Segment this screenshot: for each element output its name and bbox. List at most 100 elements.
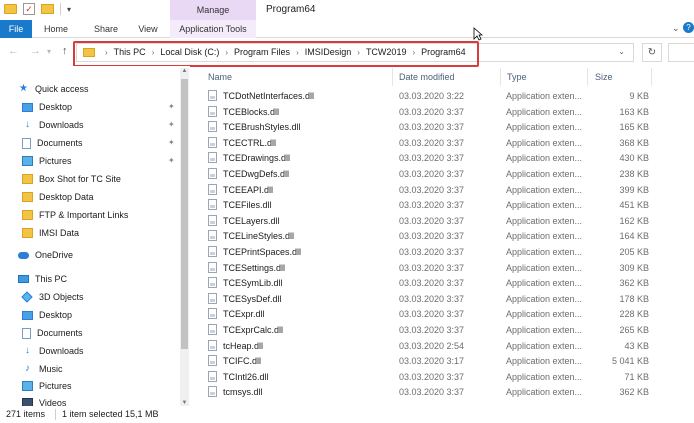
breadcrumb-program-files[interactable]: Program Files — [234, 47, 290, 57]
dll-file-icon — [208, 214, 217, 226]
nav-item-ftp-links[interactable]: FTP & Important Links — [22, 206, 190, 224]
file-row[interactable]: tcHeap.dll 03.03.2020 2:54 Application ext… — [200, 338, 694, 354]
nav-item-pc-documents[interactable]: Documents — [22, 324, 190, 342]
file-row[interactable]: TCEBlocks.dll 03.03.2020 3:37 Application … — [200, 104, 694, 120]
nav-label: FTP & Important Links — [39, 210, 129, 220]
column-divider[interactable] — [651, 68, 652, 86]
onedrive-cloud-icon — [18, 251, 29, 259]
tab-view[interactable]: View — [132, 20, 164, 38]
chevron-right-icon[interactable]: › — [296, 48, 299, 57]
file-type: Application exten... — [506, 122, 583, 133]
tab-share[interactable]: Share — [86, 20, 126, 38]
tab-application-tools[interactable]: Application Tools — [170, 20, 256, 38]
file-row[interactable]: TCEEAPI.dll 03.03.2020 3:37 Application ex… — [200, 182, 694, 198]
file-row[interactable]: TCDotNetInterfaces.dll 03.03.2020 3:22 App… — [200, 88, 694, 104]
item-count: 271 items — [6, 409, 46, 419]
nav-item-documents[interactable]: Documents — [22, 134, 190, 152]
back-arrow-icon[interactable]: ← — [8, 45, 19, 57]
nav-item-videos[interactable]: Videos — [22, 394, 190, 406]
nav-item-music[interactable]: ♪ Music — [22, 360, 190, 378]
properties-icon[interactable]: ✓ — [23, 3, 35, 15]
forward-arrow-icon[interactable]: → — [30, 45, 41, 57]
nav-item-pictures[interactable]: Pictures — [22, 152, 190, 170]
nav-item-3d-objects[interactable]: 3D Objects — [21, 288, 190, 306]
folder-icon — [22, 228, 33, 238]
tab-home[interactable]: Home — [38, 20, 74, 38]
nav-item-pc-desktop[interactable]: Desktop — [22, 306, 190, 324]
nav-item-box-shot[interactable]: Box Shot for TC Site — [22, 170, 190, 188]
file-row[interactable]: TCEDrawings.dll 03.03.2020 3:37 Applicatio… — [200, 150, 694, 166]
chevron-right-icon[interactable]: › — [152, 48, 155, 57]
refresh-icon[interactable]: ↻ — [642, 43, 662, 62]
documents-icon — [22, 327, 31, 339]
breadcrumb-tcw2019[interactable]: TCW2019 — [366, 47, 407, 57]
chevron-right-icon[interactable]: › — [357, 48, 360, 57]
nav-scrollbar[interactable]: ▲ ▼ — [180, 68, 189, 406]
chevron-right-icon[interactable]: › — [412, 48, 415, 57]
file-row[interactable]: TCELineStyles.dll 03.03.2020 3:37 Applicat… — [200, 228, 694, 244]
scroll-up-icon[interactable]: ▲ — [180, 68, 189, 74]
file-type: Application exten... — [506, 153, 583, 164]
breadcrumb-local-disk[interactable]: Local Disk (C:) — [160, 47, 219, 57]
breadcrumb-imsidesign[interactable]: IMSIDesign — [305, 47, 352, 57]
new-folder-icon[interactable] — [41, 4, 54, 14]
download-icon: ↓ — [25, 345, 30, 356]
chevron-down-icon[interactable]: ⌄ — [618, 47, 625, 56]
file-size: 163 KB — [619, 106, 649, 117]
file-type: Application exten... — [506, 215, 583, 226]
file-row[interactable]: TCEDwgDefs.dll 03.03.2020 3:37 Application… — [200, 166, 694, 182]
file-row[interactable]: TCEPrintSpaces.dll 03.03.2020 3:37 Applica… — [200, 244, 694, 260]
file-row[interactable]: TCEFiles.dll 03.03.2020 3:37 Application e… — [200, 197, 694, 213]
file-row[interactable]: TCECTRL.dll 03.03.2020 3:37 Application ex… — [200, 135, 694, 151]
address-bar[interactable]: › This PC › Local Disk (C:) › Program Fi… — [76, 43, 634, 62]
file-name: TCELineStyles.dll — [223, 231, 295, 242]
file-type: Application exten... — [506, 387, 583, 398]
file-row[interactable]: TCESettings.dll 03.03.2020 3:37 Applicatio… — [200, 260, 694, 276]
nav-quick-access[interactable]: ★ Quick access — [18, 80, 190, 98]
help-icon[interactable]: ? — [683, 22, 694, 33]
file-row[interactable]: TCELayers.dll 03.03.2020 3:37 Application … — [200, 213, 694, 229]
nav-item-pc-pictures[interactable]: Pictures — [22, 377, 190, 395]
nav-item-desktop[interactable]: Desktop — [22, 98, 190, 116]
desktop-icon — [22, 102, 33, 112]
nav-item-pc-downloads[interactable]: ↓ Downloads — [22, 342, 190, 360]
breadcrumb-program64[interactable]: Program64 — [421, 47, 466, 57]
manage-context-tab[interactable]: Manage — [170, 0, 256, 20]
column-divider[interactable] — [392, 68, 393, 86]
column-header-type[interactable]: Type — [507, 72, 527, 82]
chevron-right-icon[interactable]: › — [105, 48, 108, 57]
file-row[interactable]: TCIntl26.dll 03.03.2020 3:37 Application e… — [200, 369, 694, 385]
file-row[interactable]: TCIFC.dll 03.03.2020 3:17 Application exte… — [200, 353, 694, 369]
nav-label: Box Shot for TC Site — [39, 174, 121, 184]
file-row[interactable]: TCExprCalc.dll 03.03.2020 3:37 Application… — [200, 322, 694, 338]
chevron-down-icon[interactable]: ⌄ — [672, 23, 680, 34]
breadcrumb-this-pc[interactable]: This PC — [114, 47, 146, 57]
scrollbar-thumb[interactable] — [181, 79, 188, 349]
file-row[interactable]: tcmsys.dll 03.03.2020 3:37 Application ext… — [200, 384, 694, 400]
file-date-modified: 03.03.2020 3:37 — [399, 387, 465, 398]
up-arrow-icon[interactable]: ↑ — [62, 45, 68, 57]
file-row[interactable]: TCEBrushStyles.dll 03.03.2020 3:37 Applica… — [200, 119, 694, 135]
search-input[interactable] — [668, 43, 694, 62]
chevron-right-icon[interactable]: › — [225, 48, 228, 57]
nav-this-pc[interactable]: This PC — [18, 270, 190, 288]
column-divider[interactable] — [587, 68, 588, 86]
file-name: TCIFC.dll — [223, 356, 261, 367]
chevron-down-icon[interactable]: ▾ — [67, 5, 71, 14]
recent-locations-chevron-icon[interactable]: ▾ — [47, 47, 51, 56]
folder-icon[interactable] — [4, 4, 17, 14]
nav-item-desktop-data[interactable]: Desktop Data — [22, 188, 190, 206]
column-divider[interactable] — [500, 68, 501, 86]
file-row[interactable]: TCESymLib.dll 03.03.2020 3:37 Application … — [200, 275, 694, 291]
column-header-size[interactable]: Size — [595, 72, 613, 82]
column-header-name[interactable]: Name — [208, 72, 232, 82]
title-bar: ✓ ▾ Manage Program64 — [0, 0, 694, 20]
nav-item-downloads[interactable]: ↓ Downloads — [22, 116, 190, 134]
mouse-cursor-icon — [473, 27, 483, 41]
file-row[interactable]: TCESysDef.dll 03.03.2020 3:37 Application … — [200, 291, 694, 307]
nav-item-imsi-data[interactable]: IMSI Data — [22, 224, 190, 242]
file-row[interactable]: TCExpr.dll 03.03.2020 3:37 Application ext… — [200, 306, 694, 322]
tab-file[interactable]: File — [0, 20, 32, 38]
nav-onedrive[interactable]: OneDrive — [18, 246, 190, 264]
column-header-date[interactable]: Date modified — [399, 72, 455, 82]
